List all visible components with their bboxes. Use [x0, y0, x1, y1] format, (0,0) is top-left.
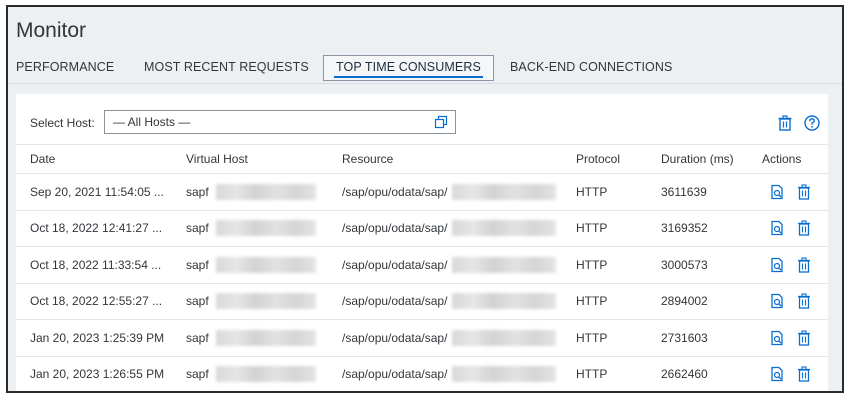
table-row[interactable]: Sep 20, 2021 11:54:05 ... sapf/sap/opu/od…: [16, 174, 828, 211]
cell-date: Jan 20, 2023 1:25:39 PM: [30, 330, 165, 345]
table-row[interactable]: Jan 20, 2023 1:25:39 PM sapf/sap/opu/odat…: [16, 320, 828, 357]
trash-icon[interactable]: [776, 114, 794, 132]
column-header-virtual-host[interactable]: Virtual Host: [186, 152, 248, 166]
monitor-window: Monitor PERFORMANCE MOST RECENT REQUESTS…: [6, 5, 844, 393]
page-title: Monitor: [16, 19, 87, 42]
table-row[interactable]: Oct 18, 2022 12:41:27 ... sapf/sap/opu/od…: [16, 211, 828, 247]
cell-date: Oct 18, 2022 12:41:27 ...: [30, 221, 163, 236]
cell-virtual-host: sapf: [186, 184, 209, 199]
host-select[interactable]: — All Hosts —: [104, 110, 456, 134]
column-header-protocol[interactable]: Protocol: [576, 152, 620, 166]
cell-date: Oct 18, 2022 12:55:27 ...: [30, 294, 163, 309]
cell-protocol: HTTP: [576, 221, 608, 236]
cell-virtual-host: sapf: [186, 367, 209, 382]
cell-protocol: HTTP: [576, 367, 608, 382]
inspect-icon[interactable]: [769, 219, 785, 237]
redacted-host-blur: [216, 256, 316, 273]
cell-protocol: HTTP: [576, 294, 608, 309]
cell-resource: /sap/opu/odata/sap/: [342, 184, 448, 199]
redacted-host-blur: [216, 220, 316, 237]
cell-date: Jan 20, 2023 1:26:55 PM: [30, 367, 165, 382]
table-row[interactable]: Oct 18, 2022 12:55:27 ... sapf/sap/opu/od…: [16, 284, 828, 320]
redacted-host-blur: [216, 293, 316, 310]
tab-performance[interactable]: PERFORMANCE: [16, 60, 114, 74]
cell-date: Sep 20, 2021 11:54:05 ...: [30, 184, 164, 199]
cell-virtual-host: sapf: [186, 294, 209, 309]
cell-duration: 3611639: [661, 184, 707, 199]
inspect-icon[interactable]: [769, 292, 785, 310]
delete-icon[interactable]: [796, 292, 812, 310]
cell-protocol: HTTP: [576, 257, 608, 272]
cell-protocol: HTTP: [576, 330, 608, 345]
cell-duration: 2894002: [661, 294, 708, 309]
table-panel: Select Host: — All Hosts — Date Virtual …: [16, 94, 828, 392]
delete-icon[interactable]: [796, 183, 812, 201]
tab-most-recent-requests[interactable]: MOST RECENT REQUESTS: [144, 60, 309, 74]
delete-icon[interactable]: [796, 365, 812, 383]
redacted-host-blur: [216, 366, 316, 383]
cell-virtual-host: sapf: [186, 330, 209, 345]
select-host-label: Select Host:: [30, 116, 95, 130]
cell-duration: 3169352: [661, 221, 708, 236]
redacted-resource-blur: [452, 256, 556, 273]
cell-duration: 3000573: [661, 257, 708, 272]
cell-virtual-host: sapf: [186, 221, 209, 236]
cell-resource: /sap/opu/odata/sap/: [342, 330, 448, 345]
column-header-duration[interactable]: Duration (ms): [661, 152, 734, 166]
redacted-host-blur: [216, 183, 316, 200]
inspect-icon[interactable]: [769, 365, 785, 383]
tab-back-end-connections[interactable]: BACK-END CONNECTIONS: [510, 60, 672, 74]
inspect-icon[interactable]: [769, 256, 785, 274]
redacted-resource-blur: [452, 293, 556, 310]
inspect-icon[interactable]: [769, 329, 785, 347]
page-header: Monitor PERFORMANCE MOST RECENT REQUESTS…: [8, 7, 842, 83]
cell-duration: 2662460: [661, 367, 708, 382]
cell-resource: /sap/opu/odata/sap/: [342, 257, 448, 272]
cell-resource: /sap/opu/odata/sap/: [342, 367, 448, 382]
toolbar: Select Host: — All Hosts —: [16, 94, 828, 142]
value-help-icon[interactable]: [433, 114, 449, 130]
table-row[interactable]: Jan 20, 2023 1:26:55 PM sapf/sap/opu/odat…: [16, 357, 828, 392]
tab-bar: PERFORMANCE MOST RECENT REQUESTS TOP TIM…: [8, 55, 842, 83]
table-row[interactable]: Oct 18, 2022 11:33:54 ... sapf/sap/opu/od…: [16, 247, 828, 284]
cell-duration: 2731603: [661, 330, 708, 345]
content-area: Select Host: — All Hosts — Date Virtual …: [8, 83, 842, 392]
delete-icon[interactable]: [796, 219, 812, 237]
delete-icon[interactable]: [796, 256, 812, 274]
cell-virtual-host: sapf: [186, 257, 209, 272]
redacted-resource-blur: [452, 220, 556, 237]
host-select-value: — All Hosts —: [113, 115, 191, 129]
cell-resource: /sap/opu/odata/sap/: [342, 294, 448, 309]
column-header-actions: Actions: [762, 152, 802, 166]
delete-icon[interactable]: [796, 329, 812, 347]
redacted-resource-blur: [452, 329, 556, 346]
column-header-date[interactable]: Date: [30, 152, 55, 166]
table-header-row: Date Virtual Host Resource Protocol Dura…: [16, 144, 828, 174]
cell-protocol: HTTP: [576, 184, 608, 199]
column-header-resource[interactable]: Resource: [342, 152, 393, 166]
tab-top-time-consumers[interactable]: TOP TIME CONSUMERS: [323, 55, 494, 81]
help-icon[interactable]: [803, 114, 821, 132]
redacted-resource-blur: [452, 183, 556, 200]
redacted-resource-blur: [452, 366, 556, 383]
cell-date: Oct 18, 2022 11:33:54 ...: [30, 257, 162, 272]
inspect-icon[interactable]: [769, 183, 785, 201]
cell-resource: /sap/opu/odata/sap/: [342, 221, 448, 236]
redacted-host-blur: [216, 329, 316, 346]
